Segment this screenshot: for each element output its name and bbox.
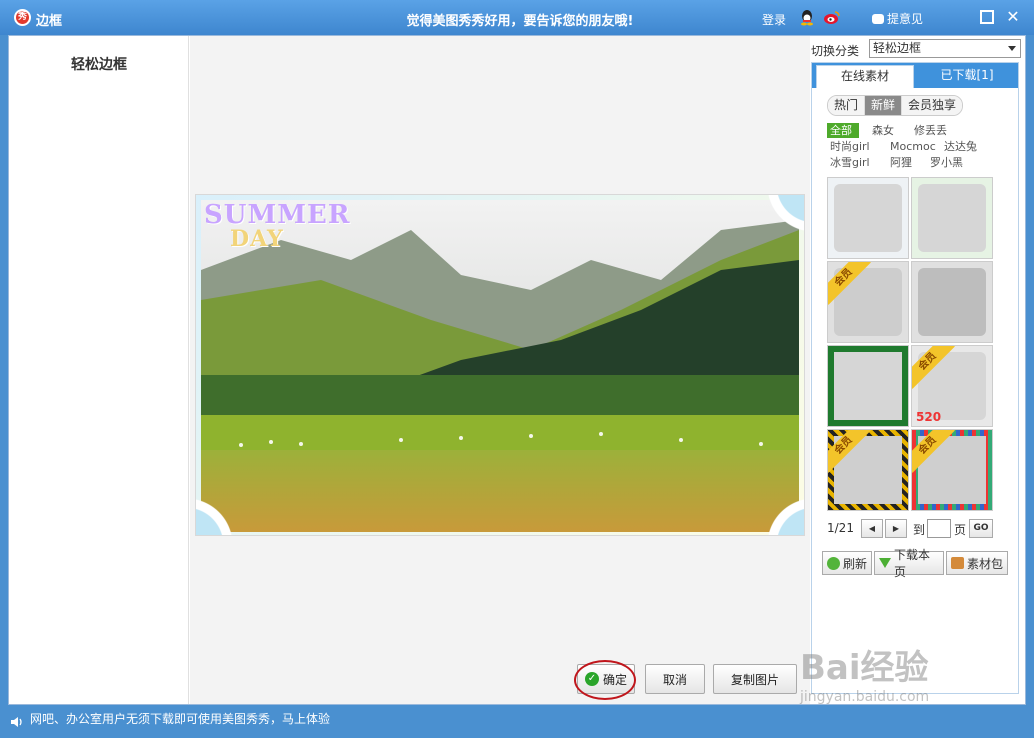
filter-buttons: 热门 新鲜 会员独享 [827, 95, 964, 116]
maximize-button[interactable] [980, 10, 994, 24]
tag-all[interactable]: 全部 [827, 123, 859, 138]
chevron-down-icon [1008, 46, 1016, 51]
frame-thumbnail[interactable]: 会员 [827, 261, 909, 343]
speaker-icon [11, 717, 22, 727]
cancel-button[interactable]: 取消 [645, 664, 705, 694]
image-preview: SUMMER DAY [195, 194, 805, 536]
tag-sennv[interactable]: 森女 [869, 123, 905, 138]
check-icon: ✓ [584, 672, 599, 686]
chat-bubble-icon [872, 13, 884, 24]
tag-list: 全部 森女 修丢丢 时尚girl Mocmoc 达达兔 冰雪girl 阿狸 罗小… [827, 123, 1007, 171]
tag-xiudiudiu[interactable]: 修丢丢 [911, 123, 950, 138]
qq-icon[interactable] [800, 10, 814, 26]
material-pack-button[interactable]: 素材包 [946, 551, 1008, 575]
frame-thumbnail[interactable]: 会员 520 [911, 345, 993, 427]
goto-label: 到 [913, 523, 926, 537]
next-page-button[interactable]: ▶ [885, 519, 907, 538]
filter-new[interactable]: 新鲜 [865, 96, 903, 115]
filter-hot[interactable]: 热门 [828, 96, 866, 115]
feedback-button[interactable]: 提意见 [872, 10, 923, 27]
tag-mocmoc[interactable]: Mocmoc [887, 139, 941, 154]
ok-label: 确定 [602, 672, 627, 687]
category-selected-value: 轻松边框 [873, 41, 922, 55]
corner-decoration-bl [196, 485, 256, 535]
tag-ali[interactable]: 阿狸 [887, 155, 927, 170]
tag-dadatu[interactable]: 达达兔 [941, 139, 980, 154]
title-bar: 秀 边框 觉得美图秀秀好用，要告诉您的朋友哦! 登录 提意见 ✕ [0, 0, 1034, 35]
watermark-logo: Bai经验 [800, 648, 929, 688]
switch-category-label: 切换分类 [811, 44, 860, 58]
frame-thumbnail[interactable]: 会员 [827, 429, 909, 511]
page-number-input[interactable] [927, 519, 951, 538]
thumb-520-text: 520 [916, 410, 942, 424]
download-page-button[interactable]: 下载本页 [874, 548, 944, 579]
ok-button[interactable]: ✓ 确定 [577, 664, 635, 694]
main-frame: 轻松边框 SUMMER DAY ✓ 确定 取消 复制图片 切换分类 轻松边框 在… [8, 35, 1026, 705]
tab-downloaded[interactable]: 已下载[1] [918, 65, 1016, 88]
page-indicator: 1/21 [827, 521, 854, 535]
app-logo-icon: 秀 [14, 9, 31, 26]
weibo-icon[interactable] [824, 10, 840, 25]
corner-decoration-tr [744, 195, 804, 245]
page-unit-label: 页 [954, 523, 967, 537]
refresh-button[interactable]: 刷新 [822, 551, 872, 575]
prev-page-button[interactable]: ◀ [861, 519, 883, 538]
material-tabs-container: 在线素材 已下载[1] 热门 新鲜 会员独享 全部 森女 修丢丢 时尚girl … [811, 62, 1019, 694]
category-select[interactable]: 轻松边框 [869, 39, 1021, 58]
tag-fashion-girl[interactable]: 时尚girl [827, 139, 887, 154]
frame-category-title: 轻松边框 [71, 57, 127, 73]
pagination: 1/21 ◀ ▶ 到 页 GO [827, 519, 1017, 539]
frame-thumbnail[interactable] [911, 177, 993, 259]
material-pack-label: 素材包 [967, 556, 1004, 571]
login-link[interactable]: 登录 [762, 11, 786, 28]
package-icon [951, 557, 964, 569]
tab-online-materials[interactable]: 在线素材 [816, 65, 914, 88]
slogan-text: 觉得美图秀秀好用，要告诉您的朋友哦! [406, 14, 634, 29]
watermark-url: jingyan.baidu.com [800, 689, 930, 705]
frame-thumbnail[interactable] [911, 261, 993, 343]
frame-thumbnail[interactable] [827, 345, 909, 427]
refresh-icon [827, 556, 840, 570]
baidu-watermark: Bai经验 jingyan.baidu.com [800, 640, 1000, 705]
deco-line-2: DAY [230, 226, 284, 252]
left-panel: 轻松边框 [9, 36, 189, 704]
close-button[interactable]: ✕ [1006, 9, 1020, 25]
corner-decoration-br [744, 485, 804, 535]
summer-day-decoration: SUMMER DAY [204, 202, 350, 252]
frame-thumbnail[interactable] [827, 177, 909, 259]
refresh-label: 刷新 [843, 556, 868, 571]
tag-luoxiaohei[interactable]: 罗小黑 [927, 155, 966, 170]
go-button[interactable]: GO [969, 519, 993, 538]
copy-image-button[interactable]: 复制图片 [713, 664, 797, 694]
window-title: 边框 [36, 14, 63, 29]
preview-area: SUMMER DAY ✓ 确定 取消 复制图片 [190, 36, 810, 704]
status-bar: 网吧、办公室用户无须下载即可使用美图秀秀，马上体验 [0, 706, 1034, 738]
download-page-label: 下载本页 [894, 548, 931, 579]
feedback-label: 提意见 [887, 12, 924, 26]
filter-vip[interactable]: 会员独享 [902, 96, 963, 115]
material-panel: 切换分类 轻松边框 在线素材 已下载[1] 热门 新鲜 会员独享 全部 森女 修… [811, 36, 1025, 704]
status-promo-link[interactable]: 网吧、办公室用户无须下载即可使用美图秀秀，马上体验 [30, 710, 330, 727]
tag-ice-girl[interactable]: 冰雪girl [827, 155, 887, 170]
download-arrow-icon [879, 558, 891, 568]
material-tabs: 在线素材 已下载[1] [812, 63, 1018, 88]
frame-thumbnail[interactable]: 会员 [911, 429, 993, 511]
